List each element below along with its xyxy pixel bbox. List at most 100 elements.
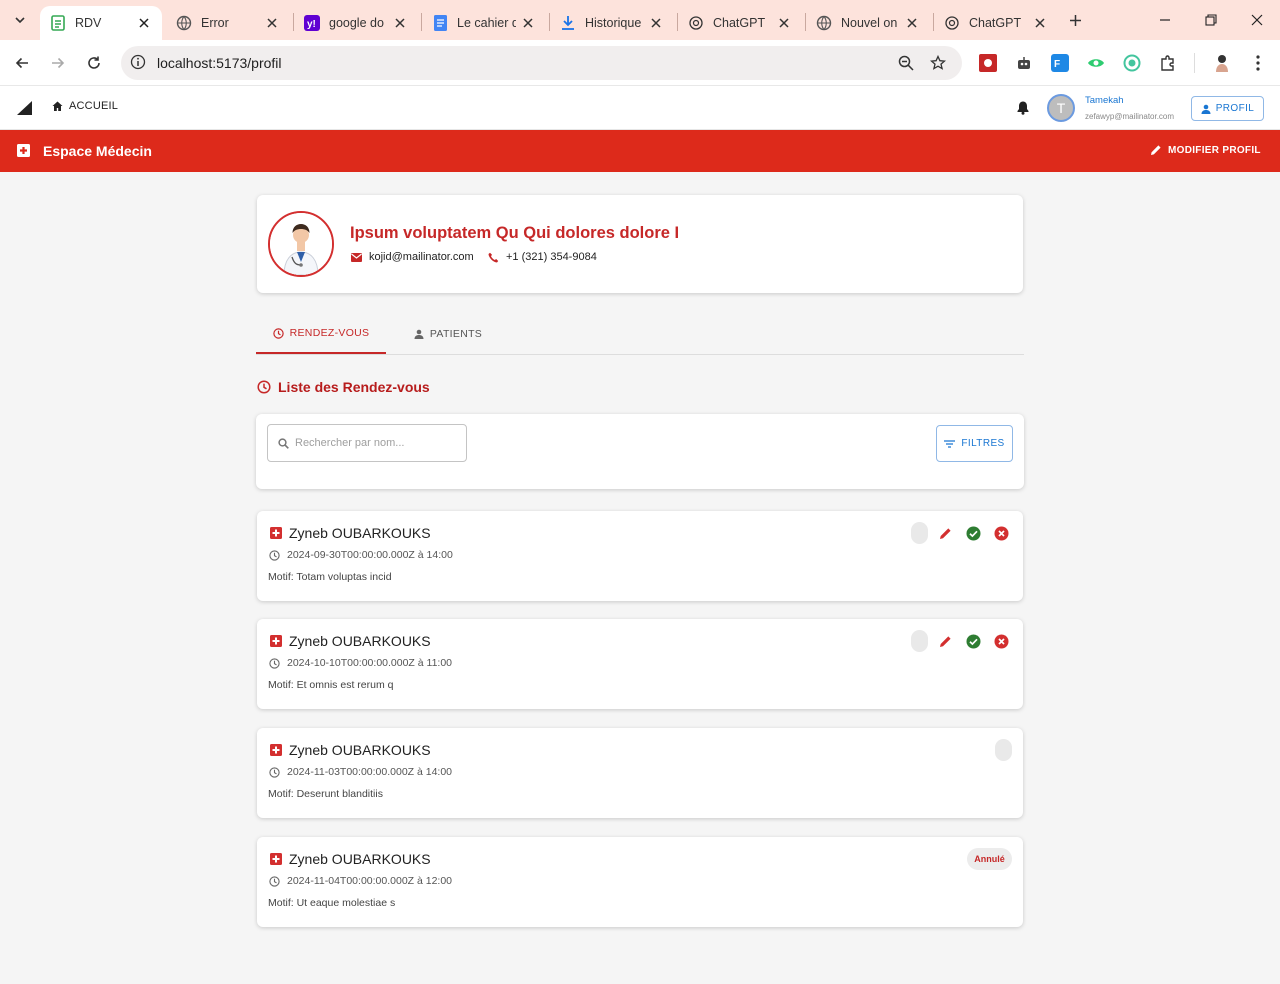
tab-title: ChatGPT <box>969 16 1022 30</box>
patient-name: Zyneb OUBARKOUKS <box>289 633 431 649</box>
confirm-button[interactable] <box>964 524 982 542</box>
medical-cross-icon <box>270 526 282 544</box>
globe-icon <box>816 15 832 31</box>
appointment-date-text: 2024-11-03T00:00:00.000Z à 14:00 <box>287 766 453 778</box>
appointment-date: 2024-10-10T00:00:00.000Z à 11:00 <box>269 657 452 669</box>
tab-patients[interactable]: PATIENTS <box>400 314 496 354</box>
phone-icon <box>488 252 499 262</box>
logo-icon[interactable] <box>17 101 32 120</box>
search-field[interactable] <box>267 424 467 462</box>
appointments-section-title: Liste des Rendez-vous <box>257 379 430 395</box>
appointment-date-text: 2024-11-04T00:00:00.000Z à 12:00 <box>287 875 453 887</box>
nav-home-label: ACCUEIL <box>69 100 119 112</box>
reload-button[interactable] <box>80 49 108 77</box>
globe-icon <box>176 15 192 31</box>
patient-name: Zyneb OUBARKOUKS <box>289 742 431 758</box>
puzzle-icon[interactable] <box>1158 53 1178 73</box>
restore-button[interactable] <box>1188 0 1234 40</box>
address-bar[interactable]: localhost:5173/profil <box>121 46 962 80</box>
clock-icon <box>269 657 280 669</box>
appointment-card[interactable]: Zyneb OUBARKOUKS 2024-11-03T00:00:00.000… <box>257 728 1023 818</box>
appointment-card[interactable]: Zyneb OUBARKOUKS 2024-10-10T00:00:00.000… <box>257 619 1023 709</box>
reload-icon <box>88 56 100 69</box>
minimize-button[interactable] <box>1142 0 1188 40</box>
new-tab-button[interactable] <box>1063 8 1087 32</box>
browser-tab-docs[interactable]: Le cahier d <box>422 6 546 40</box>
close-icon <box>1251 14 1263 26</box>
appointment-motif: Motif: Et omnis est rerum q <box>268 679 394 691</box>
tab-rendez-vous[interactable]: RENDEZ-VOUS <box>256 314 386 354</box>
browser-tab-chatgpt-2[interactable]: ChatGPT <box>934 6 1058 40</box>
person-icon <box>1201 104 1211 114</box>
chatgpt-icon <box>944 15 960 31</box>
confirm-button[interactable] <box>964 632 982 650</box>
appointment-motif: Motif: Ut eaque molestiae s <box>268 897 396 909</box>
close-icon[interactable] <box>264 15 280 31</box>
close-icon[interactable] <box>904 15 920 31</box>
filter-icon <box>944 439 956 448</box>
profile-button[interactable]: PROFIL <box>1191 96 1264 121</box>
url-text: localhost:5173/profil <box>157 55 282 71</box>
notifications-bell-icon[interactable] <box>1016 100 1030 120</box>
space-banner: Espace Médecin MODIFIER PROFIL <box>0 130 1280 172</box>
clock-icon <box>269 875 280 887</box>
close-icon[interactable] <box>392 15 408 31</box>
banner-title: Espace Médecin <box>43 143 152 159</box>
bookmark-star-icon[interactable] <box>928 53 948 73</box>
cancel-button[interactable] <box>992 632 1010 650</box>
clock-icon <box>269 549 280 561</box>
edit-button[interactable] <box>936 632 954 650</box>
cancel-circle-icon <box>994 526 1008 540</box>
doctor-illustration-icon <box>270 213 332 275</box>
robot-icon[interactable] <box>1014 53 1034 73</box>
more-menu-icon[interactable] <box>1248 53 1268 73</box>
extension-red-icon[interactable] <box>978 53 998 73</box>
doctor-email[interactable]: kojid@mailinator.com <box>351 251 474 263</box>
filter-button-label: FILTRES <box>961 438 1005 449</box>
browser-tab-chatgpt[interactable]: ChatGPT <box>678 6 802 40</box>
tab-search-button[interactable] <box>8 8 32 32</box>
browser-tab-history[interactable]: Historique <box>550 6 674 40</box>
circle-extension-icon[interactable] <box>1122 53 1142 73</box>
tab-title: RDV <box>75 16 102 30</box>
medical-cross-icon <box>17 144 30 162</box>
chevron-down-icon <box>15 17 25 24</box>
site-info-icon[interactable] <box>130 54 146 75</box>
cancel-button[interactable] <box>992 524 1010 542</box>
close-icon[interactable] <box>520 15 536 31</box>
status-pill <box>911 522 928 544</box>
close-icon[interactable] <box>1032 15 1048 31</box>
close-window-button[interactable] <box>1234 0 1280 40</box>
zoom-icon[interactable] <box>896 53 916 73</box>
nav-home-link[interactable]: ACCUEIL <box>52 100 118 112</box>
search-filter-card: FILTRES <box>256 414 1024 489</box>
close-icon[interactable] <box>776 15 792 31</box>
forward-button[interactable] <box>44 49 72 77</box>
browser-toolbar: localhost:5173/profil F <box>0 40 1280 86</box>
filter-button[interactable]: FILTRES <box>936 425 1013 462</box>
back-button[interactable] <box>8 49 36 77</box>
eye-extension-icon[interactable] <box>1086 53 1106 73</box>
browser-tab-yahoo[interactable]: y! google do <box>294 6 418 40</box>
edit-profile-button[interactable]: MODIFIER PROFIL <box>1150 144 1261 156</box>
doctor-phone[interactable]: +1 (321) 354-9084 <box>488 251 597 263</box>
edit-button[interactable] <box>936 524 954 542</box>
status-pill <box>995 739 1012 761</box>
edit-profile-label: MODIFIER PROFIL <box>1168 144 1261 156</box>
browser-tab-rdv[interactable]: RDV <box>40 6 162 40</box>
user-avatar[interactable]: T <box>1047 94 1075 122</box>
download-icon <box>560 15 576 31</box>
clock-icon <box>257 380 271 394</box>
check-circle-icon <box>966 634 980 648</box>
appointment-card[interactable]: Zyneb OUBARKOUKS 2024-09-30T00:00:00.000… <box>257 511 1023 601</box>
browser-tab-error[interactable]: Error <box>166 6 290 40</box>
pencil-icon <box>1151 145 1161 155</box>
close-icon[interactable] <box>648 15 664 31</box>
close-icon[interactable] <box>136 15 152 31</box>
browser-tab-nouvel[interactable]: Nouvel on <box>806 6 930 40</box>
search-input[interactable] <box>295 434 460 452</box>
extension-blue-icon[interactable]: F <box>1050 53 1070 73</box>
profile-avatar-icon[interactable] <box>1212 53 1232 73</box>
appointment-card[interactable]: Zyneb OUBARKOUKS 2024-11-04T00:00:00.000… <box>257 837 1023 927</box>
appointment-date: 2024-09-30T00:00:00.000Z à 14:00 <box>269 549 453 561</box>
